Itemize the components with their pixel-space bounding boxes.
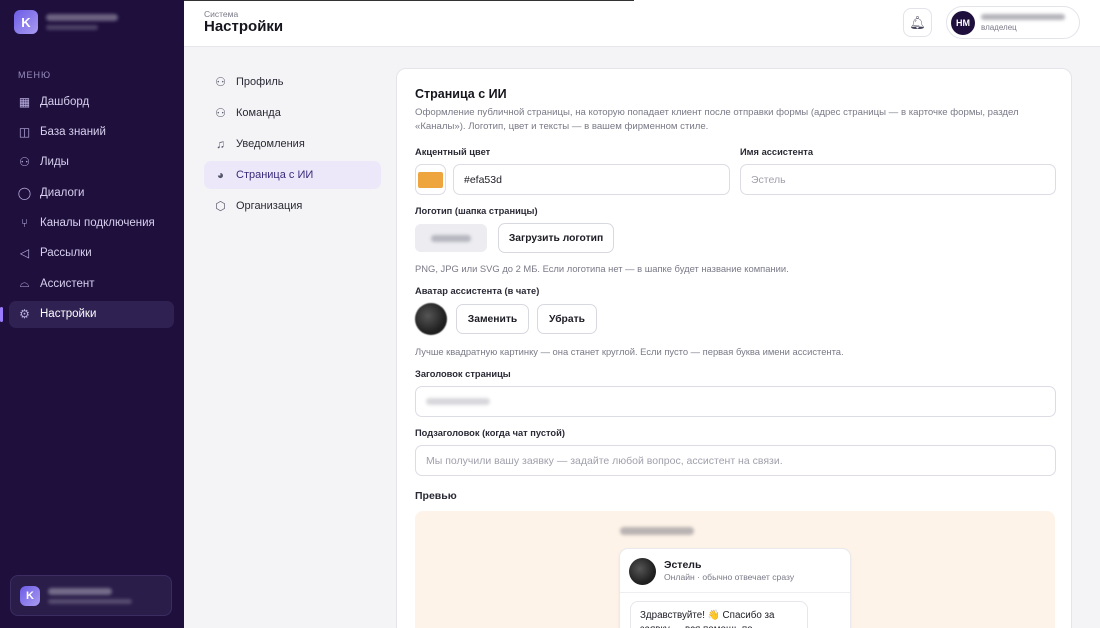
section-title: Страница с ИИ <box>415 87 507 101</box>
settings-tab-ai-page[interactable]: ◕ Страница с ИИ <box>204 161 381 189</box>
settings-tab-label: Страница с ИИ <box>236 169 314 181</box>
chat-icon: ◯ <box>17 185 32 200</box>
preview-chat-window: Эстель Онлайн · обычно отвечает сразу Зд… <box>619 548 851 628</box>
palette-icon: ◕ <box>216 168 225 182</box>
user-icon: ⚇ <box>19 155 30 170</box>
sidebar-item-mailings[interactable]: ◁ Рассылки <box>9 240 174 267</box>
box-icon: ⬡ <box>215 199 226 213</box>
preview-panel: Эстель Онлайн · обычно отвечает сразу Зд… <box>415 511 1055 628</box>
ai-page-settings-card: Страница с ИИ Оформление публичной стран… <box>396 68 1072 628</box>
sidebar-item-settings[interactable]: ⚙ Настройки <box>0 300 174 328</box>
settings-tab-label: Профиль <box>236 76 284 88</box>
subheading-label: Подзаголовок (когда чат пустой) <box>415 428 565 438</box>
sidebar-item-label: Ассистент <box>40 277 95 290</box>
account-info: владелец <box>981 13 1065 32</box>
workspace-name-blurred <box>48 587 132 604</box>
logo-hint: PNG, JPG или SVG до 2 МБ. Если логотипа … <box>415 263 789 274</box>
settings-tab-profile[interactable]: ⚇ Профиль <box>204 68 381 96</box>
user-icon: ⚇ <box>215 75 226 89</box>
settings-tab-label: Команда <box>236 107 281 119</box>
team-icon: ⚇ <box>215 106 226 120</box>
sidebar-item-label: Каналы подключения <box>40 217 155 230</box>
upload-logo-button[interactable]: Загрузить логотип <box>498 223 614 253</box>
sidebar-item-label: Дашборд <box>40 95 90 108</box>
preview-assistant-name: Эстель <box>664 559 702 571</box>
assistant-name-label: Имя ассистента <box>740 147 814 157</box>
preview-assistant-avatar <box>629 558 656 585</box>
preview-brand-blurred <box>620 527 694 535</box>
sidebar-item-assistant[interactable]: ⌓ Ассистент <box>9 270 174 297</box>
grid-icon: ▦ <box>18 94 31 109</box>
accent-color-swatch <box>418 171 443 188</box>
replace-avatar-button[interactable]: Заменить <box>456 304 529 334</box>
preview-assistant-status: Онлайн · обычно отвечает сразу <box>664 572 795 582</box>
preview-label: Превью <box>415 490 457 502</box>
bot-icon: ⌓ <box>19 276 30 291</box>
settings-nav: ⚇ Профиль ⚇ Команда ♫ Уведомления ◕ Стра… <box>204 68 381 223</box>
preview-chat-divider <box>620 592 850 593</box>
sidebar-item-label: Лиды <box>40 156 69 169</box>
menu-title: МЕНЮ <box>18 70 52 80</box>
app-logo: K <box>14 10 38 34</box>
sidebar-item-label: База знаний <box>40 125 106 138</box>
sidebar-item-dialogs[interactable]: ◯ Диалоги <box>9 179 174 206</box>
avatar-hint: Лучше квадратную картинку — она станет к… <box>415 346 844 357</box>
workspace-logo: K <box>20 585 40 606</box>
brand-name-blurred <box>46 14 118 30</box>
page-heading-label: Заголовок страницы <box>415 369 511 379</box>
sidebar-item-label: Настройки <box>40 308 97 321</box>
settings-tab-label: Организация <box>236 200 303 212</box>
bell-icon: 🔔︎ <box>909 14 926 30</box>
logo-label: Логотип (шапка страницы) <box>415 206 538 216</box>
assistant-name-input[interactable]: Эстель <box>740 164 1056 195</box>
sidebar-item-channels[interactable]: ⑂ Каналы подключения <box>9 210 174 237</box>
section-description: Оформление публичной страницы, на котору… <box>415 107 1019 132</box>
assistant-avatar-preview <box>415 303 447 335</box>
accent-color-label: Акцентный цвет <box>415 147 491 157</box>
megaphone-icon: ◁ <box>19 246 30 261</box>
settings-tab-organization[interactable]: ⬡ Организация <box>204 192 381 220</box>
avatar: НМ <box>951 10 975 35</box>
network-icon: ⑂ <box>20 216 29 231</box>
avatar-label: Аватар ассистента (в чате) <box>415 286 540 296</box>
sidebar-item-leads[interactable]: ⚇ Лиды <box>9 149 174 176</box>
sidebar-item-knowledge-base[interactable]: ◫ База знаний <box>9 118 174 145</box>
bell-icon: ♫ <box>216 137 225 151</box>
sidebar-item-label: Диалоги <box>40 186 85 199</box>
accent-color-input[interactable]: #efa53d <box>453 164 730 195</box>
page-title: Настройки <box>204 18 284 35</box>
subheading-input[interactable]: Мы получили вашу заявку — задайте любой … <box>415 445 1056 476</box>
workspace-card[interactable]: K <box>10 575 172 616</box>
settings-tab-team[interactable]: ⚇ Команда <box>204 99 381 127</box>
page-heading-input[interactable] <box>415 386 1056 417</box>
account-menu[interactable]: НМ владелец <box>946 6 1080 39</box>
sidebar-item-dashboard[interactable]: ▦ Дашборд <box>9 88 174 115</box>
brand[interactable]: K <box>14 10 118 34</box>
settings-tab-label: Уведомления <box>236 138 305 150</box>
top-bar: Система Настройки 🔔︎ НМ владелец <box>184 0 1100 47</box>
accent-color-picker[interactable] <box>415 164 446 195</box>
logo-preview <box>415 224 487 252</box>
gear-icon: ⚙ <box>19 307 30 322</box>
sidebar-item-label: Рассылки <box>40 247 92 260</box>
sidebar-menu: ▦ Дашборд ◫ База знаний ⚇ Лиды ◯ Диалоги… <box>0 88 174 331</box>
preview-greeting-bubble: Здравствуйте! 👋 Спасибо за заявку — вся … <box>630 601 808 628</box>
notifications-button[interactable]: 🔔︎ <box>903 8 932 37</box>
sidebar: K МЕНЮ ▦ Дашборд ◫ База знаний ⚇ Лиды ◯ … <box>0 0 184 628</box>
account-role: владелец <box>981 22 1017 32</box>
settings-tab-notifications[interactable]: ♫ Уведомления <box>204 130 381 158</box>
remove-avatar-button[interactable]: Убрать <box>537 304 597 334</box>
top-divider <box>184 0 634 1</box>
book-icon: ◫ <box>18 124 31 139</box>
